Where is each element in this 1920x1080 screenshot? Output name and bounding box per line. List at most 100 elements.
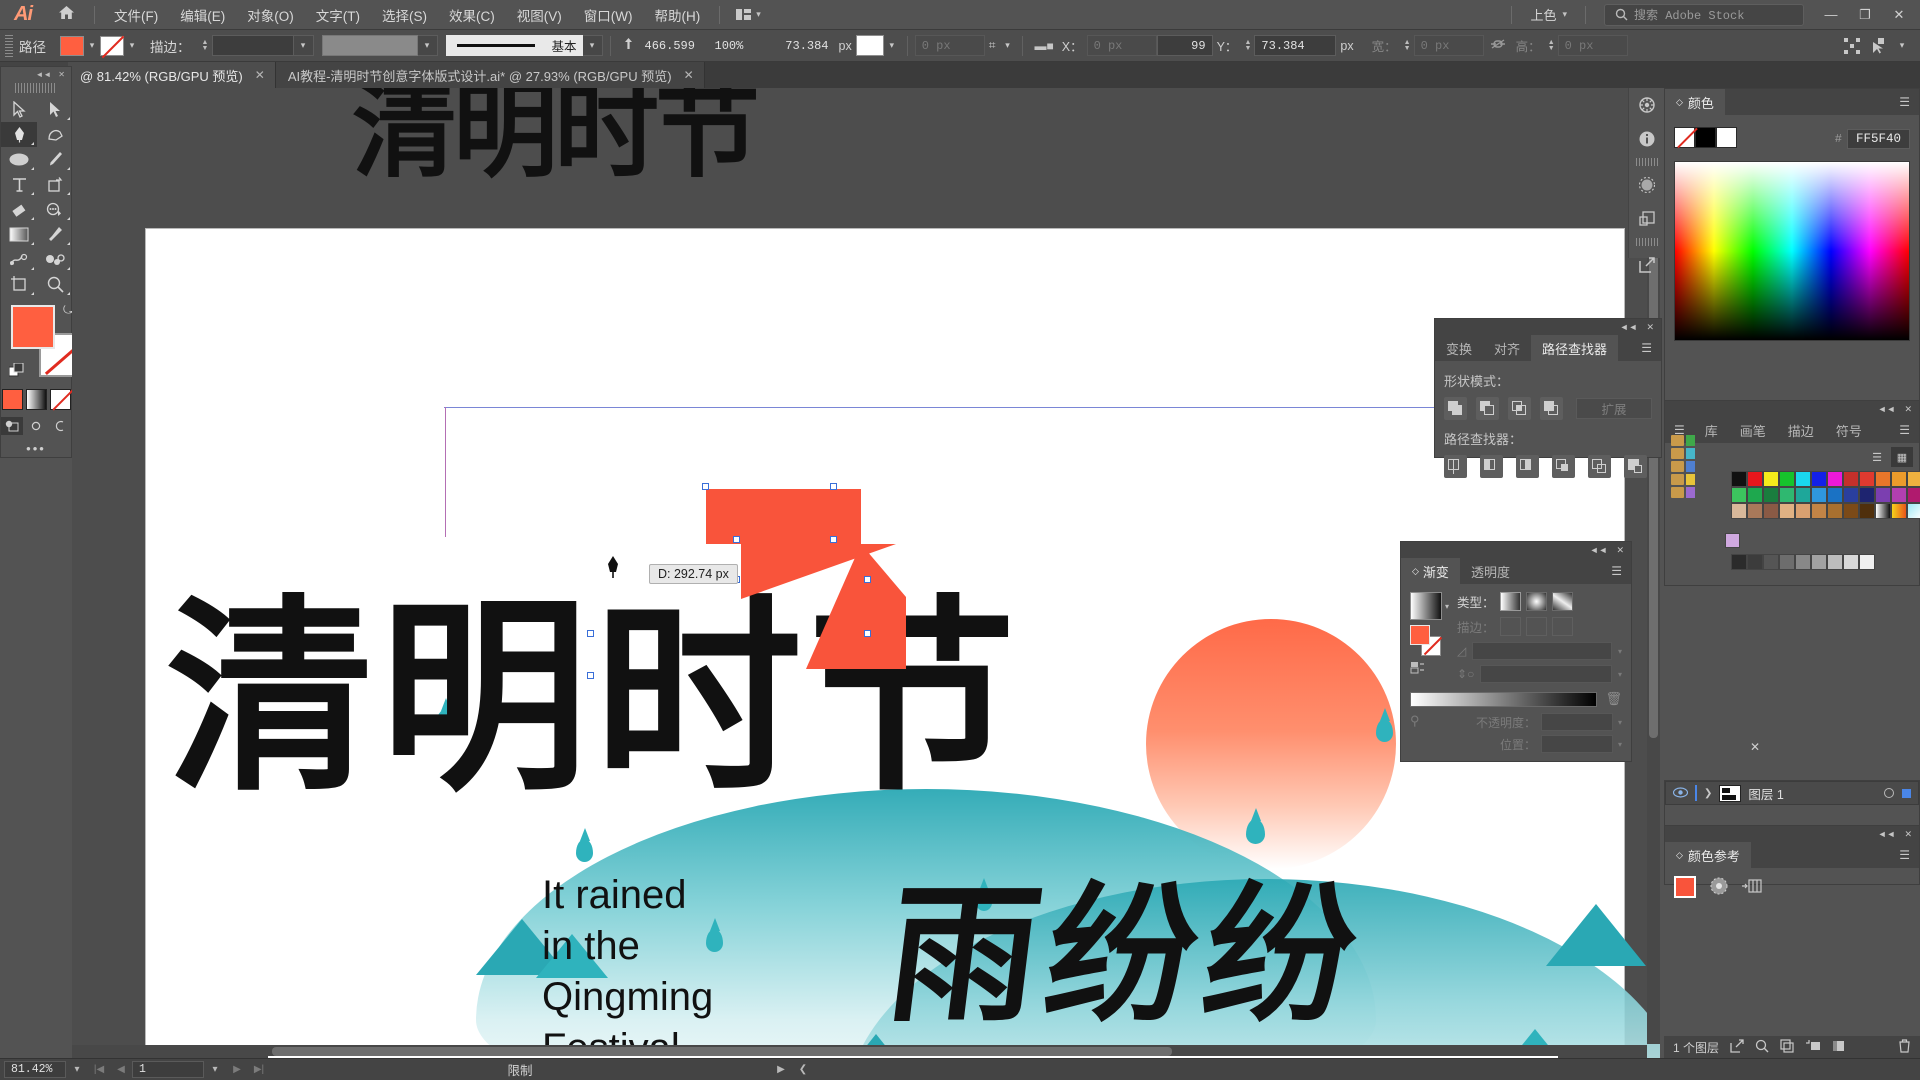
more-tools-button[interactable]: ••• <box>1 441 71 456</box>
close-icon[interactable]: ✕ <box>255 68 265 82</box>
tab-gradient[interactable]: ◇ 渐变 <box>1401 558 1460 584</box>
swatch-cell[interactable] <box>1795 503 1811 519</box>
zoom-level-field[interactable]: 81.42% <box>4 1061 66 1078</box>
opacity-icon-value[interactable]: 466.599 <box>639 35 709 56</box>
outline-icon[interactable] <box>1588 455 1611 478</box>
curvature-tool[interactable] <box>37 122 73 147</box>
chevron-down-icon[interactable]: ▾ <box>884 36 900 56</box>
tab-symbols[interactable]: 符号 <box>1825 417 1873 443</box>
expand-layer-icon[interactable]: ❯ <box>1704 788 1712 799</box>
swatch-cell-gradient[interactable] <box>1891 503 1907 519</box>
visibility-icon[interactable] <box>1672 786 1689 801</box>
layers-icon[interactable] <box>1629 202 1664 236</box>
height-field[interactable]: 0 px <box>1557 35 1628 56</box>
swatch-cell[interactable] <box>1843 471 1859 487</box>
chevron-down-icon[interactable]: ▾ <box>1618 740 1622 749</box>
zoom-dropdown-icon[interactable]: ▾ <box>66 1060 88 1080</box>
new-layer-icon[interactable] <box>1832 1039 1846 1056</box>
zoom-tool[interactable] <box>37 272 73 297</box>
eyedropper-tool[interactable] <box>37 222 73 247</box>
tab-pathfinder[interactable]: 路径查找器 <box>1531 335 1619 361</box>
gradient-location-field[interactable] <box>1540 735 1613 753</box>
shape-builder-tool[interactable] <box>37 197 73 222</box>
collapse-icon[interactable]: ◄◄ <box>35 70 51 79</box>
blend-tool[interactable] <box>1 247 37 272</box>
chevron-down-icon[interactable]: ▾ <box>417 35 438 56</box>
anchor-point[interactable] <box>830 483 837 490</box>
swatch-cell[interactable] <box>1779 471 1795 487</box>
menu-view[interactable]: 视图(V) <box>506 1 573 29</box>
swatch-cell[interactable] <box>1859 554 1875 570</box>
swatch-cell[interactable] <box>1827 554 1843 570</box>
default-fill-stroke-icon[interactable] <box>8 362 25 382</box>
prev-page-icon[interactable]: ◀ <box>110 1060 132 1080</box>
select-similar-icon[interactable] <box>1867 35 1891 57</box>
merge-icon[interactable] <box>1516 455 1539 478</box>
swatch-cell[interactable] <box>1795 471 1811 487</box>
gradient-type-freeform[interactable] <box>1551 592 1573 611</box>
intersect-icon[interactable] <box>1508 397 1531 420</box>
minus-back-icon[interactable] <box>1624 455 1647 478</box>
gradient-preview[interactable] <box>1410 592 1442 620</box>
chevron-down-icon[interactable]: ▾ <box>1618 670 1622 679</box>
direct-selection-tool[interactable] <box>37 97 73 122</box>
ellipse-tool[interactable] <box>1 147 37 172</box>
tab-transform[interactable]: 变换 <box>1435 335 1483 361</box>
panel-menu-icon[interactable]: ☰ <box>1632 335 1661 361</box>
target-icon[interactable] <box>1884 788 1894 798</box>
collapse-icon[interactable]: ◄◄ <box>1620 322 1638 332</box>
swatch-cell[interactable] <box>1891 487 1907 503</box>
exclude-icon[interactable] <box>1540 397 1563 420</box>
swatch-cell[interactable] <box>1827 471 1843 487</box>
make-clipping-mask-icon[interactable] <box>1805 1039 1821 1056</box>
workspace-switcher[interactable]: 上色 ▾ <box>1520 2 1577 27</box>
next-page-icon[interactable]: ▶ <box>226 1060 248 1080</box>
document-tab-1[interactable]: @ 81.42% (RGB/GPU 预览) ✕ <box>68 62 276 88</box>
unite-icon[interactable] <box>1444 397 1467 420</box>
horizontal-scroll-thumb[interactable] <box>272 1047 1172 1056</box>
swatch-cell[interactable] <box>1725 533 1740 548</box>
menu-help[interactable]: 帮助(H) <box>643 1 711 29</box>
stroke-gradient-within[interactable] <box>1499 617 1521 636</box>
menu-file[interactable]: 文件(F) <box>103 1 169 29</box>
panel-menu-icon[interactable]: ☰ <box>1602 558 1631 584</box>
status-collapse-icon[interactable]: ❮ <box>792 1060 814 1080</box>
draw-normal-icon[interactable] <box>1 417 23 435</box>
x-value-field[interactable]: 99 <box>1156 35 1213 56</box>
tab-align[interactable]: 对齐 <box>1483 335 1531 361</box>
mountain-5[interactable] <box>1546 904 1646 966</box>
home-icon[interactable] <box>46 5 86 25</box>
anchor-point[interactable] <box>587 672 594 679</box>
close-icon[interactable]: ✕ <box>1904 829 1912 840</box>
opacity-value[interactable]: 100% <box>709 35 765 56</box>
menu-type[interactable]: 文字(T) <box>305 1 371 29</box>
y-stepper[interactable]: ▲ ▼ <box>1241 36 1254 56</box>
eraser-tool[interactable] <box>1 197 37 222</box>
appearance-icon[interactable] <box>1629 168 1664 202</box>
gradient-type-radial[interactable] <box>1525 592 1547 611</box>
expand-button[interactable]: 扩展 <box>1576 398 1652 419</box>
swatch-folder-row[interactable] <box>1671 448 1695 459</box>
link-dimensions-icon[interactable] <box>1484 38 1512 53</box>
swatch-cell[interactable] <box>1891 471 1907 487</box>
panel-menu-icon[interactable]: ☰ <box>1890 89 1919 115</box>
collapse-icon[interactable]: ◄◄ <box>1878 829 1896 839</box>
chevron-down-icon[interactable]: ▾ <box>1618 647 1622 656</box>
tab-color-guide[interactable]: ◇ 颜色参考 <box>1665 842 1751 868</box>
tab-brushes[interactable]: 画笔 <box>1729 417 1777 443</box>
transform-icon[interactable] <box>1840 35 1864 57</box>
anchor-point[interactable] <box>587 630 594 637</box>
variable-width-combo[interactable]: ▾ <box>321 35 438 56</box>
swatch-folder-row[interactable] <box>1671 435 1695 446</box>
rotate-tool[interactable] <box>37 172 73 197</box>
swatch-cell[interactable] <box>1859 503 1875 519</box>
swatch-cell[interactable] <box>1843 503 1859 519</box>
minimize-button[interactable]: — <box>1814 1 1848 29</box>
gradient-tool[interactable] <box>1 222 37 247</box>
english-line-3[interactable]: Qingming <box>542 971 713 1023</box>
close-button[interactable]: ✕ <box>1882 1 1916 29</box>
grid-view-icon[interactable]: ▦ <box>1891 447 1913 467</box>
swatch-cell[interactable] <box>1875 487 1891 503</box>
close-icon[interactable]: ✕ <box>1904 404 1912 415</box>
swatch-cell[interactable] <box>1795 487 1811 503</box>
